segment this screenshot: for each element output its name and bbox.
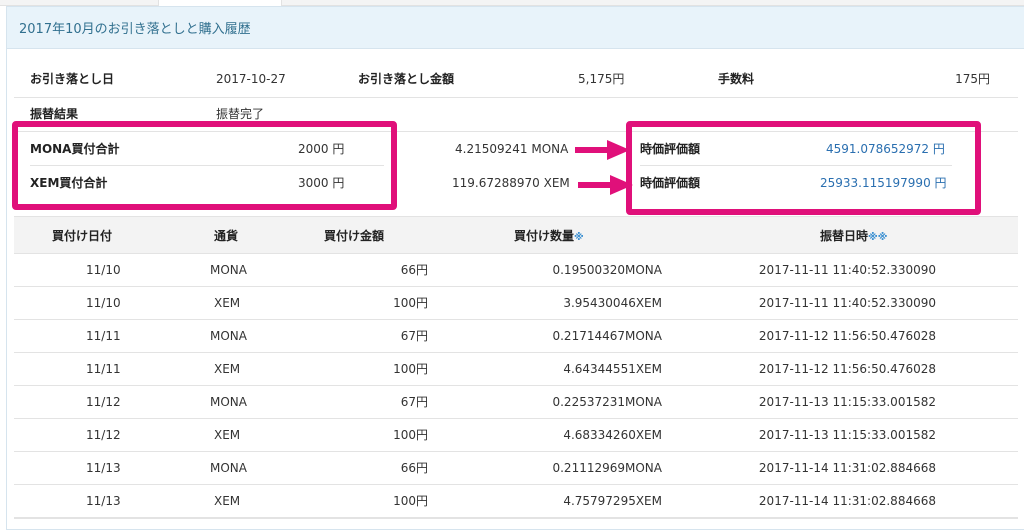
row-transfer: 2017-11-13 11:15:33.001582 bbox=[758, 428, 936, 442]
col-transfer-label: 振替日時 bbox=[820, 229, 869, 243]
fee-value: 175円 bbox=[955, 72, 990, 86]
row-currency: XEM bbox=[214, 428, 241, 442]
row-quantity: 0.22537231MONA bbox=[552, 395, 662, 409]
table-row: 11/10 MONA 66円 0.19500320MONA 2017-11-11… bbox=[14, 254, 1018, 287]
row-date: 11/11 bbox=[86, 329, 121, 343]
table-row: 11/10 XEM 100円 3.95430046XEM 2017-11-11 … bbox=[14, 287, 1018, 320]
quantity-note-mark: ※ bbox=[574, 232, 584, 243]
table-row: 11/13 XEM 100円 4.75797295XEM 2017-11-14 … bbox=[14, 485, 1018, 518]
row-date: 11/11 bbox=[86, 362, 121, 376]
col-date-header: 買付け日付 bbox=[52, 229, 113, 243]
xem-quantity: 119.67288970 XEM bbox=[452, 176, 570, 190]
table-row: 11/12 XEM 100円 4.68334260XEM 2017-11-13 … bbox=[14, 419, 1018, 452]
row-date: 11/12 bbox=[86, 395, 121, 409]
row-currency: XEM bbox=[214, 362, 241, 376]
mona-quantity: 4.21509241 MONA bbox=[455, 142, 569, 156]
row-currency: XEM bbox=[214, 494, 241, 508]
table-header: 買付け日付 通貨 買付け金額 買付け数量※ 振替日時※※ bbox=[14, 216, 1018, 254]
row-transfer: 2017-11-12 11:56:50.476028 bbox=[758, 329, 936, 343]
col-quantity-header: 買付け数量※ bbox=[514, 217, 584, 255]
row-quantity: 4.68334260XEM bbox=[563, 428, 662, 442]
row-quantity: 4.75797295XEM bbox=[563, 494, 662, 508]
row-currency: MONA bbox=[210, 263, 247, 277]
row-transfer: 2017-11-14 11:31:02.884668 bbox=[758, 494, 936, 508]
highlight-box-valuation bbox=[626, 121, 981, 215]
row-amount: 100円 bbox=[393, 296, 428, 310]
row-amount: 100円 bbox=[393, 428, 428, 442]
row-quantity: 0.21112969MONA bbox=[552, 461, 662, 475]
table-row: 11/11 XEM 100円 4.64344551XEM 2017-11-12 … bbox=[14, 353, 1018, 386]
row-quantity: 3.95430046XEM bbox=[563, 296, 662, 310]
debit-date-label: お引き落とし日 bbox=[30, 72, 115, 86]
arrow-icon bbox=[575, 140, 630, 160]
row-currency: MONA bbox=[210, 461, 247, 475]
debit-date-value: 2017-10-27 bbox=[216, 72, 286, 86]
row-currency: MONA bbox=[210, 395, 247, 409]
row-amount: 66円 bbox=[400, 461, 428, 475]
row-currency: XEM bbox=[214, 296, 241, 310]
col-transfer-header: 振替日時※※ bbox=[820, 217, 887, 255]
row-amount: 67円 bbox=[400, 329, 428, 343]
row-quantity: 0.21714467MONA bbox=[552, 329, 662, 343]
row-transfer: 2017-11-13 11:15:33.001582 bbox=[758, 395, 936, 409]
row-amount: 66円 bbox=[400, 263, 428, 277]
debit-amount-label: お引き落とし金額 bbox=[358, 72, 455, 86]
row-transfer: 2017-11-12 11:56:50.476028 bbox=[758, 362, 936, 376]
row-quantity: 4.64344551XEM bbox=[563, 362, 662, 376]
debit-amount-value: 5,175円 bbox=[578, 72, 625, 86]
row-amount: 67円 bbox=[400, 395, 428, 409]
fee-label: 手数料 bbox=[718, 72, 755, 86]
row-amount: 100円 bbox=[393, 362, 428, 376]
row-transfer: 2017-11-11 11:40:52.330090 bbox=[758, 296, 936, 310]
row-date: 11/10 bbox=[86, 296, 121, 310]
table-row: 11/13 MONA 66円 0.21112969MONA 2017-11-14… bbox=[14, 452, 1018, 485]
table-row: 11/11 MONA 67円 0.21714467MONA 2017-11-12… bbox=[14, 320, 1018, 353]
row-amount: 100円 bbox=[393, 494, 428, 508]
transfer-note-mark: ※※ bbox=[868, 232, 888, 243]
divider bbox=[14, 97, 1018, 98]
table-row: 11/12 MONA 67円 0.22537231MONA 2017-11-13… bbox=[14, 386, 1018, 419]
highlight-box-totals bbox=[12, 121, 397, 210]
row-quantity: 0.19500320MONA bbox=[552, 263, 662, 277]
col-amount-header: 買付け金額 bbox=[324, 229, 385, 243]
divider bbox=[14, 518, 1018, 519]
arrow-icon bbox=[578, 175, 633, 195]
row-transfer: 2017-11-14 11:31:02.884668 bbox=[758, 461, 936, 475]
row-date: 11/10 bbox=[86, 263, 121, 277]
panel-header: 2017年10月のお引き落としと購入履歴 bbox=[7, 7, 1024, 49]
panel-title: 2017年10月のお引き落としと購入履歴 bbox=[19, 22, 251, 37]
row-date: 11/12 bbox=[86, 428, 121, 442]
col-quantity-label: 買付け数量 bbox=[514, 229, 575, 243]
row-date: 11/13 bbox=[86, 494, 121, 508]
row-date: 11/13 bbox=[86, 461, 121, 475]
row-currency: MONA bbox=[210, 329, 247, 343]
row-transfer: 2017-11-11 11:40:52.330090 bbox=[758, 263, 936, 277]
col-currency-header: 通貨 bbox=[214, 229, 239, 243]
